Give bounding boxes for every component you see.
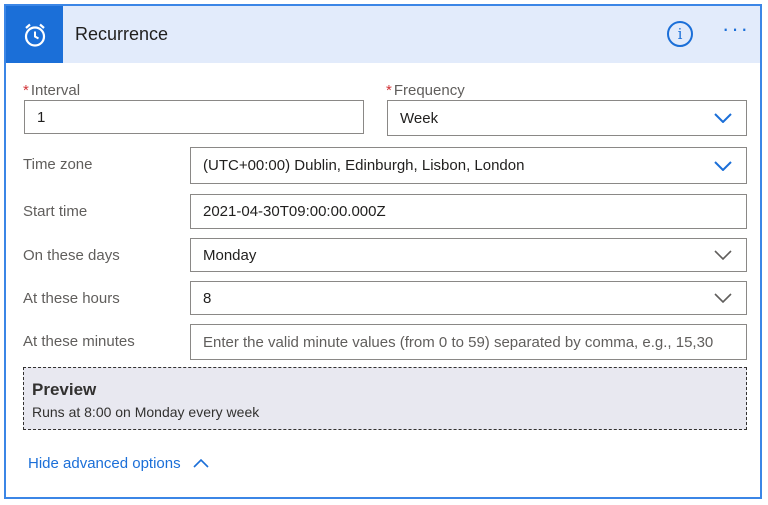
timezone-label: Time zone: [23, 156, 93, 173]
frequency-label: * Frequency: [386, 82, 465, 99]
frequency-label-text: Frequency: [393, 82, 465, 99]
required-marker: *: [386, 82, 392, 99]
start-time-input[interactable]: 2021-04-30T09:00:00.000Z: [190, 194, 747, 229]
chevron-down-icon: [714, 113, 732, 123]
hide-advanced-options-label: Hide advanced options: [28, 455, 181, 472]
info-icon[interactable]: i: [667, 21, 693, 47]
minutes-placeholder: Enter the valid minute values (from 0 to…: [203, 333, 714, 351]
interval-label: * Interval: [23, 82, 80, 99]
minutes-label: At these minutes: [23, 333, 135, 350]
chevron-down-icon: [714, 160, 732, 171]
hide-advanced-options-link[interactable]: Hide advanced options: [28, 455, 209, 472]
frequency-dropdown[interactable]: Week: [387, 100, 747, 136]
more-options-icon[interactable]: ···: [722, 18, 750, 46]
hours-value: 8: [203, 289, 212, 307]
start-time-value: 2021-04-30T09:00:00.000Z: [203, 203, 386, 220]
timezone-dropdown[interactable]: (UTC+00:00) Dublin, Edinburgh, Lisbon, L…: [190, 147, 747, 184]
interval-value: 1: [37, 108, 46, 126]
chevron-down-icon: [714, 250, 732, 260]
preview-text: Runs at 8:00 on Monday every week: [32, 404, 260, 420]
chevron-up-icon: [193, 459, 209, 468]
recurrence-card: Recurrence i ··· * Interval 1 * Frequency …: [4, 4, 762, 499]
chevron-down-icon: [714, 293, 732, 303]
timezone-value: (UTC+00:00) Dublin, Edinburgh, Lisbon, L…: [203, 157, 525, 174]
required-marker: *: [23, 82, 29, 99]
alarm-clock-icon: [6, 6, 63, 63]
days-dropdown[interactable]: Monday: [190, 238, 747, 272]
minutes-input[interactable]: Enter the valid minute values (from 0 to…: [190, 324, 747, 360]
card-title: Recurrence: [75, 24, 169, 44]
days-value: Monday: [203, 246, 257, 264]
days-label: On these days: [23, 247, 120, 264]
start-time-label: Start time: [23, 203, 88, 220]
preview-title: Preview: [32, 380, 97, 399]
hours-label: At these hours: [23, 290, 120, 307]
hours-dropdown[interactable]: 8: [190, 281, 747, 315]
preview-box: Preview Runs at 8:00 on Monday every wee…: [23, 367, 747, 430]
card-header[interactable]: Recurrence i ···: [6, 6, 760, 63]
frequency-value: Week: [400, 109, 439, 127]
interval-input[interactable]: 1: [24, 100, 364, 134]
interval-label-text: Interval: [30, 82, 81, 99]
